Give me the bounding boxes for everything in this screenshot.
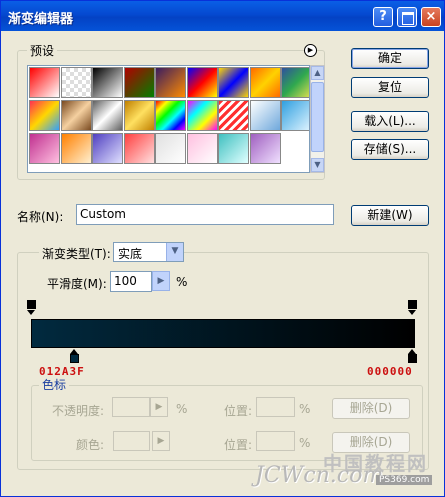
preset-swatch[interactable] bbox=[218, 67, 249, 98]
title-bar: 渐变编辑器 ? × bbox=[1, 1, 444, 31]
watermark-logo: JCWcn.com bbox=[255, 463, 384, 488]
color-swatch[interactable] bbox=[113, 431, 150, 451]
opacity-location-label: 位置: bbox=[224, 404, 253, 418]
smoothness-unit: % bbox=[176, 275, 188, 289]
gradient-type-label: 渐变类型(T): bbox=[39, 245, 114, 262]
preset-swatch[interactable] bbox=[29, 133, 60, 164]
preset-scrollbar[interactable]: ▲ ▼ bbox=[310, 65, 325, 173]
scroll-up-icon[interactable]: ▲ bbox=[311, 66, 324, 80]
smoothness-arrow-icon[interactable]: ▶ bbox=[152, 271, 170, 291]
delete-opacity-stop-button[interactable]: 删除(D) bbox=[332, 398, 410, 419]
color-location-input[interactable] bbox=[256, 431, 295, 451]
preset-swatch[interactable] bbox=[249, 67, 281, 98]
color-arrow-icon[interactable]: ▶ bbox=[152, 431, 170, 451]
preset-swatch[interactable] bbox=[155, 133, 186, 164]
preset-swatch[interactable] bbox=[92, 67, 123, 98]
preset-swatch[interactable] bbox=[155, 100, 186, 131]
watermark-url: PS369.com bbox=[376, 475, 433, 485]
close-button[interactable]: × bbox=[421, 7, 441, 27]
color-label: 颜色: bbox=[76, 438, 105, 452]
preset-swatch[interactable] bbox=[186, 67, 218, 98]
opacity-location-unit: % bbox=[299, 402, 311, 416]
color-location-unit: % bbox=[299, 436, 311, 450]
preset-swatch[interactable] bbox=[281, 100, 309, 131]
preset-swatch[interactable] bbox=[29, 67, 60, 98]
color-stops-label: 色标 bbox=[39, 376, 70, 393]
opacity-stop-right[interactable] bbox=[407, 300, 418, 315]
preset-swatch[interactable] bbox=[123, 67, 155, 98]
preset-swatch[interactable] bbox=[123, 100, 155, 131]
preset-swatch[interactable] bbox=[186, 100, 218, 131]
opacity-arrow-icon[interactable]: ▶ bbox=[150, 397, 168, 417]
opacity-label: 不透明度: bbox=[52, 404, 105, 418]
preset-swatch[interactable] bbox=[186, 133, 218, 164]
preset-swatch[interactable] bbox=[92, 133, 123, 164]
preset-swatch[interactable] bbox=[29, 100, 60, 131]
preset-swatch[interactable] bbox=[60, 67, 92, 98]
preset-grid bbox=[27, 65, 310, 173]
save-button[interactable]: 存储(S)... bbox=[351, 139, 429, 160]
name-input[interactable]: Custom bbox=[76, 204, 334, 225]
opacity-input[interactable] bbox=[112, 397, 150, 417]
load-button[interactable]: 载入(L)... bbox=[351, 111, 429, 132]
preset-swatch[interactable] bbox=[92, 100, 123, 131]
preset-swatch[interactable] bbox=[60, 100, 92, 131]
preset-swatch[interactable] bbox=[60, 133, 92, 164]
opacity-stop-left[interactable] bbox=[26, 300, 37, 315]
color-location-label: 位置: bbox=[224, 438, 253, 452]
preset-swatch[interactable] bbox=[249, 133, 281, 164]
preset-swatch[interactable] bbox=[155, 67, 186, 98]
gradient-type-select[interactable]: 实底 ▼ bbox=[113, 242, 184, 262]
gradient-preview-bar[interactable] bbox=[31, 319, 415, 348]
presets-label: 预设 bbox=[27, 42, 58, 59]
scroll-thumb[interactable] bbox=[311, 82, 324, 152]
preset-swatch[interactable] bbox=[218, 100, 249, 131]
end-color-hex: 000000 bbox=[367, 365, 413, 378]
preset-swatch[interactable] bbox=[249, 100, 281, 131]
opacity-location-input[interactable] bbox=[256, 397, 295, 417]
maximize-button[interactable] bbox=[397, 7, 417, 27]
window-title: 渐变编辑器 bbox=[8, 12, 74, 27]
color-stop-right[interactable] bbox=[407, 349, 418, 364]
help-icon: ? bbox=[379, 9, 387, 24]
preset-swatch[interactable] bbox=[218, 133, 249, 164]
gradient-editor-window: 渐变编辑器 ? × 预设 ▶ ▲ ▼ 确定 复位 载入(L)... 存储(S).… bbox=[0, 0, 445, 497]
maximize-icon bbox=[398, 8, 416, 26]
scroll-down-icon[interactable]: ▼ bbox=[311, 158, 324, 172]
color-stop-left[interactable] bbox=[69, 349, 80, 364]
opacity-unit: % bbox=[176, 402, 188, 416]
reset-button[interactable]: 复位 bbox=[351, 77, 429, 98]
smoothness-input[interactable]: 100 bbox=[110, 271, 152, 292]
help-button[interactable]: ? bbox=[373, 7, 393, 27]
name-label: 名称(N): bbox=[17, 210, 64, 224]
round-arrow-icon[interactable]: ▶ bbox=[304, 44, 317, 57]
ok-button[interactable]: 确定 bbox=[351, 48, 429, 69]
close-icon: × bbox=[425, 9, 437, 24]
smoothness-label: 平滑度(M): bbox=[47, 277, 107, 291]
gradient-type-value: 实底 bbox=[118, 247, 143, 261]
new-button[interactable]: 新建(W) bbox=[351, 205, 429, 226]
preset-swatch[interactable] bbox=[281, 67, 309, 98]
preset-swatch[interactable] bbox=[123, 133, 155, 164]
chevron-down-icon[interactable]: ▼ bbox=[166, 243, 183, 261]
